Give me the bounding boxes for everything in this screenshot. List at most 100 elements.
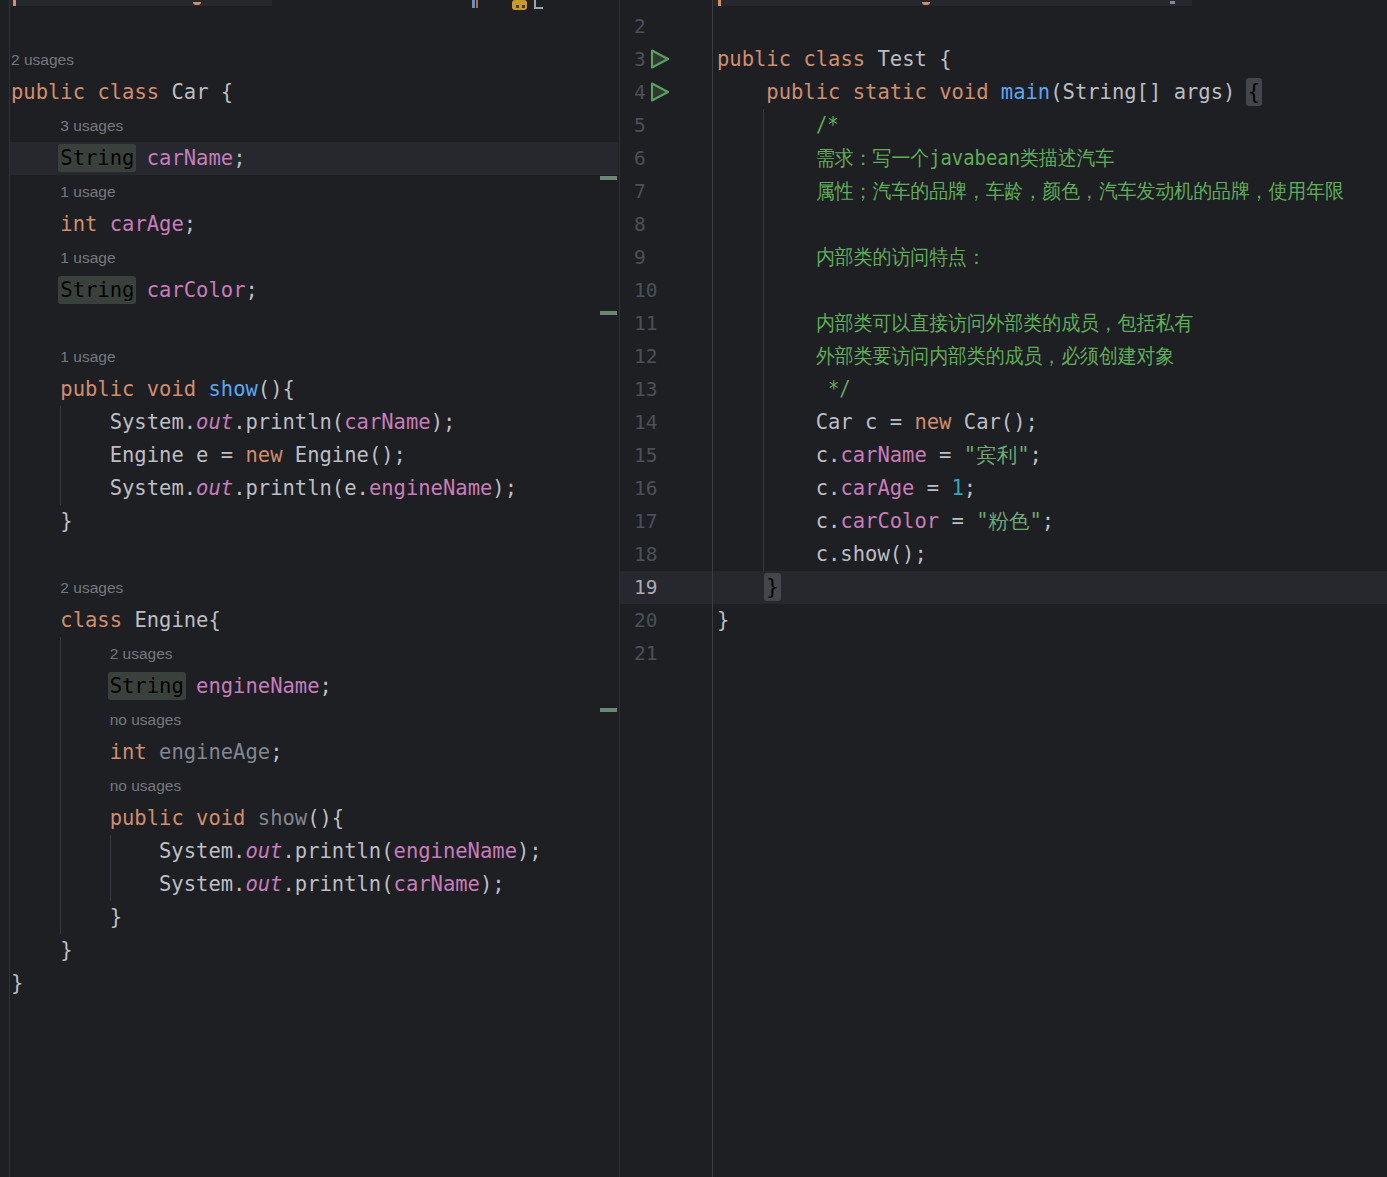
usage-count-label[interactable]: 1 usage — [60, 340, 115, 373]
usage-count-label[interactable]: no usages — [110, 703, 182, 736]
token: Test { — [877, 47, 951, 71]
code-line[interactable]: System.out.println(carName); — [0, 868, 618, 901]
code-text: } — [717, 604, 729, 637]
token: ; — [320, 674, 332, 698]
code-text: 内部类的访问特点： — [816, 241, 1001, 274]
code-line[interactable]: int engineAge; — [0, 736, 618, 769]
token: c.show(); — [816, 542, 927, 566]
code-text: c.show(); — [816, 538, 927, 571]
code-text: /* — [816, 109, 841, 142]
gutter-row: 17 — [620, 505, 712, 538]
code-line[interactable]: 属性；汽车的品牌，车龄，颜色，汽车发动机的品牌，使用年限 — [620, 175, 1387, 208]
code-line[interactable]: } — [620, 571, 1387, 604]
code-line[interactable]: String carColor; — [0, 274, 618, 307]
token: c. — [816, 476, 841, 500]
cutoff-glyph — [1170, 1, 1175, 4]
editor-area: 2 usagespublic class Car {3 usagesString… — [0, 0, 1387, 1177]
token: carName — [147, 146, 233, 170]
code-text: 内部类可以直接访问外部类的成员，包括私有 — [816, 307, 1226, 340]
token: } — [717, 608, 729, 632]
code-line[interactable]: System.out.println(e.engineName); — [0, 472, 618, 505]
code-line[interactable]: public void show(){ — [0, 373, 618, 406]
usage-count-label[interactable]: no usages — [110, 769, 182, 802]
code-text: } — [766, 571, 778, 604]
code-line[interactable]: public class Test { — [620, 43, 1387, 76]
cutoff-descender — [13, 0, 16, 6]
code-line[interactable]: c.show(); — [620, 538, 1387, 571]
code-text: System.out.println(e.engineName); — [110, 472, 517, 505]
code-line[interactable]: 需求：写一个javabean类描述汽车 — [620, 142, 1387, 175]
line-number: 4 — [634, 76, 646, 109]
usage-inlay-hint[interactable]: 2 usages — [0, 637, 618, 670]
token: ; — [184, 212, 196, 236]
code-text: class Engine{ — [60, 604, 220, 637]
code-line[interactable]: } — [0, 967, 618, 1000]
usage-count-label[interactable]: 3 usages — [60, 109, 123, 142]
code-line[interactable]: public void show(){ — [0, 802, 618, 835]
code-line[interactable]: 内部类可以直接访问外部类的成员，包括私有 — [620, 307, 1387, 340]
code-text: } — [11, 967, 23, 1000]
code-line[interactable]: public static void main(String[] args) { — [620, 76, 1387, 109]
code-line[interactable]: } — [0, 901, 618, 934]
gutter-row: 14 — [620, 406, 712, 439]
code-line[interactable]: } — [0, 505, 618, 538]
code-line[interactable]: */ — [620, 373, 1387, 406]
token: String — [110, 674, 184, 698]
usage-inlay-hint[interactable]: no usages — [0, 703, 618, 736]
code-line[interactable]: c.carAge = 1; — [620, 472, 1387, 505]
usage-inlay-hint[interactable]: 2 usages — [0, 43, 618, 76]
usage-count-label[interactable]: 2 usages — [60, 571, 123, 604]
code-line[interactable]: } — [620, 604, 1387, 637]
usage-inlay-hint[interactable]: no usages — [0, 769, 618, 802]
code-line[interactable]: 外部类要访问内部类的成员，必须创建对象 — [620, 340, 1387, 373]
usage-count-label[interactable]: 2 usages — [110, 637, 173, 670]
token: = — [939, 509, 976, 533]
code-line[interactable]: String carName; — [0, 142, 618, 175]
usage-count-label[interactable]: 2 usages — [11, 43, 74, 76]
line-number: 5 — [634, 109, 646, 142]
token: } — [60, 509, 72, 533]
usage-inlay-hint[interactable]: 1 usage — [0, 175, 618, 208]
code-line[interactable]: int carAge; — [0, 208, 618, 241]
token — [134, 278, 146, 302]
code-text: 需求：写一个javabean类描述汽车 — [816, 142, 1140, 175]
usage-count-label[interactable]: 1 usage — [60, 175, 115, 208]
code-line[interactable]: /* — [620, 109, 1387, 142]
token: out — [196, 476, 233, 500]
code-line[interactable]: String engineName; — [0, 670, 618, 703]
token: System. — [110, 410, 196, 434]
code-text: System.out.println(engineName); — [159, 835, 542, 868]
usage-inlay-hint[interactable]: 3 usages — [0, 109, 618, 142]
code-line[interactable]: class Engine{ — [0, 604, 618, 637]
token: { — [1248, 80, 1260, 104]
token: carColor — [840, 509, 939, 533]
token: ); — [492, 476, 517, 500]
code-text: Car c = new Car(); — [816, 406, 1038, 439]
token: c. — [816, 443, 841, 467]
token: new — [914, 410, 963, 434]
code-line[interactable]: } — [0, 934, 618, 967]
code-line[interactable]: Car c = new Car(); — [620, 406, 1387, 439]
token: "粉色" — [976, 509, 1042, 533]
code-text: } — [60, 934, 72, 967]
usage-count-label[interactable]: 1 usage — [60, 241, 115, 274]
code-text: int carAge; — [60, 208, 196, 241]
code-line[interactable]: System.out.println(carName); — [0, 406, 618, 439]
token: .println(e. — [233, 476, 369, 500]
code-line[interactable]: public class Car { — [0, 76, 618, 109]
usage-inlay-hint[interactable]: 1 usage — [0, 340, 618, 373]
usage-inlay-hint[interactable]: 2 usages — [0, 571, 618, 604]
token: Engine{ — [134, 608, 220, 632]
code-line[interactable]: 内部类的访问特点： — [620, 241, 1387, 274]
warning-icon-dot — [522, 5, 525, 8]
code-line[interactable]: Engine e = new Engine(); — [0, 439, 618, 472]
code-line[interactable]: System.out.println(engineName); — [0, 835, 618, 868]
line-number: 18 — [634, 538, 657, 571]
code-line[interactable]: c.carColor = "粉色"; — [620, 505, 1387, 538]
gutter-row: 3 — [620, 43, 712, 76]
line-number: 13 — [634, 373, 657, 406]
usage-inlay-hint[interactable]: 1 usage — [0, 241, 618, 274]
token: ; — [246, 278, 258, 302]
token: } — [11, 971, 23, 995]
code-line[interactable]: c.carName = "宾利"; — [620, 439, 1387, 472]
